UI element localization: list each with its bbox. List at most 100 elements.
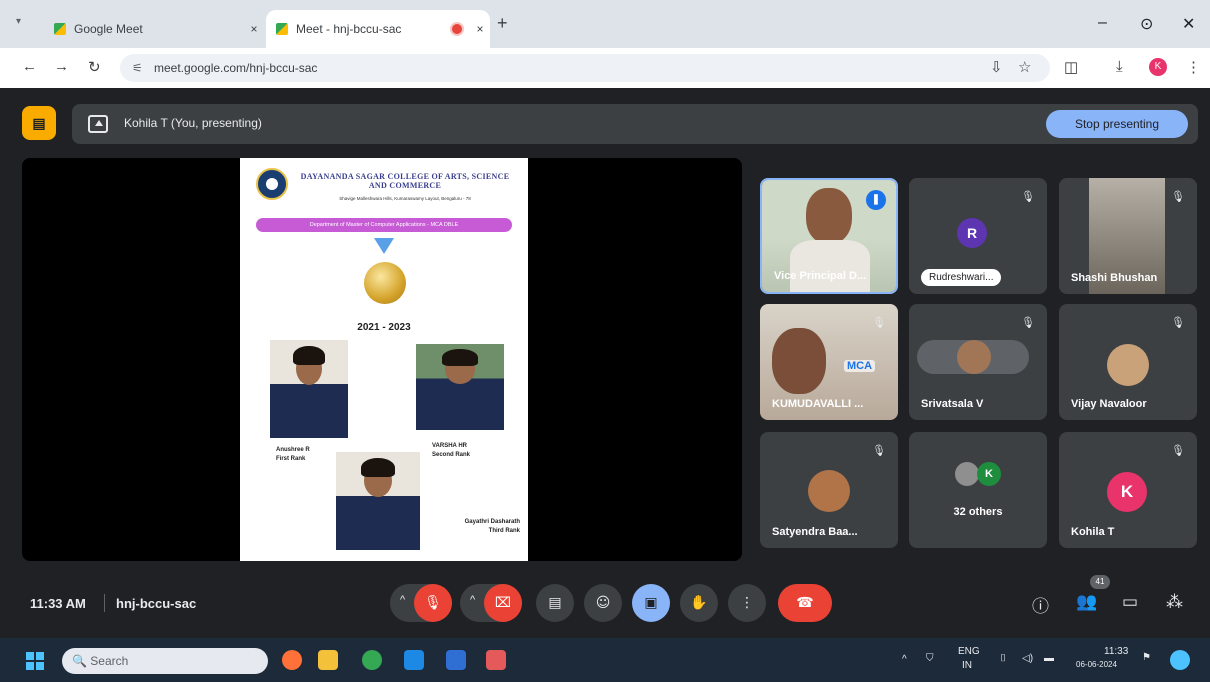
bookmark-star-icon[interactable]: ☆ — [1018, 58, 1031, 76]
clock-date[interactable]: 06-06-2024 — [1076, 660, 1117, 669]
medal-ribbon — [374, 238, 394, 254]
participant-tile[interactable]: 🎙 K Kohila T — [1059, 432, 1197, 548]
tab-search-icon[interactable]: ▾ — [16, 16, 21, 27]
rank1-caption: Anushree R First Rank — [276, 447, 310, 462]
tray-icon[interactable]: ⛉ — [926, 653, 934, 664]
rank2-photo — [416, 344, 504, 430]
windows-start-icon[interactable] — [26, 652, 44, 670]
chat-icon[interactable]: ▭ — [1122, 592, 1138, 612]
tray-chevron-icon[interactable]: ^ — [902, 654, 907, 665]
firefox-icon[interactable] — [282, 650, 302, 670]
more-options-button[interactable]: ⋮ — [728, 584, 766, 622]
chrome-icon[interactable] — [362, 650, 382, 670]
avatar: K — [977, 462, 1001, 486]
mic-off-icon: 🎙 — [1171, 191, 1185, 203]
widgets-icon[interactable] — [1170, 650, 1190, 670]
participant-name: Satyendra Baa... — [772, 526, 858, 538]
participant-tile[interactable]: K 32 others — [909, 432, 1047, 548]
presenting-label: Kohila T (You, presenting) — [124, 116, 262, 130]
network-icon[interactable]: ⌷ — [1000, 653, 1006, 664]
raise-hand-button[interactable]: ✋ — [680, 584, 718, 622]
participant-tile[interactable]: 🎙 Vijay Navaloor — [1059, 304, 1197, 420]
language-code[interactable]: ENG — [958, 646, 980, 657]
app-icon[interactable] — [404, 650, 424, 670]
file-explorer-icon[interactable] — [318, 650, 338, 670]
downloads-icon[interactable]: ⤓ — [1116, 58, 1123, 75]
forward-icon[interactable]: → — [54, 58, 69, 75]
tab-google-meet[interactable]: Google Meet × — [44, 10, 264, 48]
reload-icon[interactable]: ↻ — [88, 58, 101, 76]
os-taskbar: 🔍 Search ^ ⛉ ENG IN ⌷ ◁) ▬ 11:33 06-06-2… — [0, 638, 1210, 682]
app-icon[interactable] — [446, 650, 466, 670]
site-settings-icon[interactable]: ⚟ — [132, 54, 143, 82]
participant-tile[interactable]: 🎙 Satyendra Baa... — [760, 432, 898, 548]
camera-off-button[interactable]: ⌧ — [484, 584, 522, 622]
download-icon[interactable]: ⇩ — [990, 58, 1003, 76]
college-logo — [256, 168, 288, 200]
rank2-caption: VARSHA HR Second Rank — [432, 443, 471, 458]
mic-off-button[interactable]: 🎙 — [414, 584, 452, 622]
meet-favicon-icon — [276, 23, 288, 35]
mic-off-icon: 🎙 — [872, 445, 886, 457]
meeting-info-icon[interactable]: ⓘ — [1032, 592, 1049, 617]
profile-avatar[interactable]: K — [1149, 58, 1167, 76]
captions-button[interactable]: ▤ — [536, 584, 574, 622]
participant-tile[interactable]: 🎙 R Rudreshwari... — [909, 178, 1047, 294]
restore-button[interactable]: ⊙ — [1140, 14, 1153, 34]
search-icon: 🔍 — [72, 654, 87, 668]
tab-close-icon[interactable]: × — [470, 22, 490, 36]
clock-time[interactable]: 11:33 — [1104, 646, 1128, 657]
people-icon[interactable]: 👥 — [1076, 592, 1097, 612]
taskbar-search[interactable]: 🔍 Search — [62, 648, 268, 674]
participant-tile[interactable]: ❚ Vice Principal D... — [760, 178, 898, 294]
participant-name: Rudreshwari... — [921, 269, 1002, 286]
participant-name: KUMUDAVALLI ... — [772, 398, 864, 410]
app-icon[interactable] — [486, 650, 506, 670]
participant-tile[interactable]: MCA 🎙 KUMUDAVALLI ... — [760, 304, 898, 420]
batch-years: 2021 - 2023 — [357, 322, 411, 333]
notification-icon[interactable]: ⚑ — [1142, 652, 1151, 663]
activities-icon[interactable]: ⁂ — [1166, 592, 1183, 612]
camera-options-chevron-icon[interactable]: ^ — [470, 594, 475, 606]
participant-name: Vijay Navaloor — [1071, 398, 1147, 410]
extensions-icon[interactable]: ◫ — [1064, 58, 1078, 76]
recording-icon — [450, 22, 464, 36]
present-button[interactable]: ▣ — [632, 584, 670, 622]
region-code: IN — [962, 660, 972, 671]
participant-name: Shashi Bhushan — [1071, 272, 1158, 284]
avatar — [1107, 344, 1149, 386]
mic-options-chevron-icon[interactable]: ^ — [400, 594, 405, 606]
meet-area: ▤ Kohila T (You, presenting) Stop presen… — [0, 88, 1210, 638]
tab-close-icon[interactable]: × — [244, 22, 264, 36]
rank1-photo — [270, 340, 348, 438]
presentation-app-icon[interactable]: ▤ — [22, 106, 56, 140]
minimize-button[interactable]: – — [1098, 14, 1107, 32]
avatar — [808, 470, 850, 512]
participant-name: Srivatsala V — [921, 398, 984, 410]
battery-icon[interactable]: ▬ — [1044, 653, 1054, 664]
meeting-code: hnj-bccu-sac — [116, 596, 197, 611]
meeting-time: 11:33 AM — [30, 596, 86, 611]
leave-call-button[interactable]: ☎ — [778, 584, 832, 622]
menu-icon[interactable]: ⋮ — [1186, 58, 1201, 76]
stop-presenting-button[interactable]: Stop presenting — [1046, 110, 1188, 138]
new-tab-button[interactable]: + — [497, 13, 508, 34]
rank3-photo — [336, 452, 420, 550]
present-screen-icon — [88, 115, 108, 133]
participant-tile[interactable]: 🎙 Shashi Bhushan — [1059, 178, 1197, 294]
emoji-button[interactable]: ☺ — [584, 584, 622, 622]
url-field[interactable]: ⚟ meet.google.com/hnj-bccu-sac — [120, 54, 1050, 82]
tab-title: Google Meet — [74, 22, 143, 36]
back-icon[interactable]: ← — [22, 58, 37, 75]
rank3-caption: Gayathri Dasharath Third Rank — [464, 519, 520, 534]
close-window-button[interactable]: ✕ — [1182, 14, 1195, 34]
search-placeholder: Search — [90, 654, 129, 668]
participant-tile[interactable]: 🎙 Srivatsala V — [909, 304, 1047, 420]
avatar — [957, 340, 991, 374]
tab-title: Meet - hnj-bccu-sac — [296, 22, 402, 36]
tab-meet-active[interactable]: Meet - hnj-bccu-sac × — [266, 10, 490, 48]
avatar: R — [957, 218, 987, 248]
volume-icon[interactable]: ◁) — [1022, 653, 1033, 664]
gold-medal — [364, 262, 406, 304]
participant-name: Kohila T — [1071, 526, 1115, 538]
